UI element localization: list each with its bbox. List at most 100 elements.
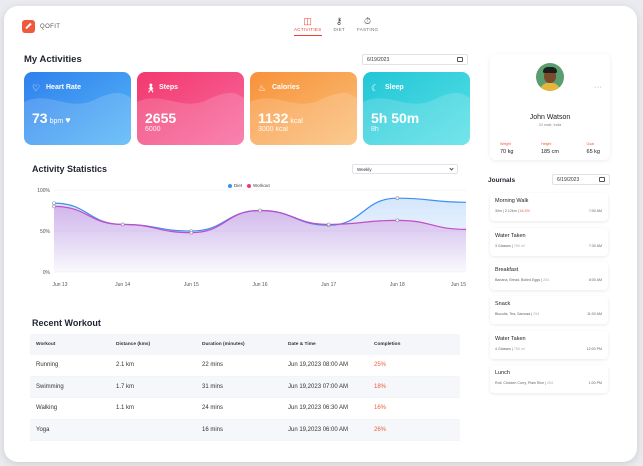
cell-datetime: Jun 19,2023 06:30 AM xyxy=(288,405,349,412)
table-row[interactable]: Running 2.1 km 22 mins Jun 19,2023 08:00… xyxy=(30,355,460,377)
profile-stats: Weight 70 kg Height 185 cm Goal 65 kg xyxy=(500,142,600,155)
steps-card[interactable]: 🚶︎ Steps 2655 6000 xyxy=(137,72,244,145)
table-header: Workout Distance (kms) Duration (minutes… xyxy=(30,334,460,355)
cell-completion: 16% xyxy=(374,405,387,412)
calendar-icon xyxy=(599,177,605,182)
journal-detail: Banana, Bread, Boiled Eggs | 254 xyxy=(495,278,549,282)
data-point[interactable] xyxy=(395,196,400,200)
journal-entry[interactable]: Breakfast Banana, Bread, Boiled Eggs | 2… xyxy=(490,262,608,290)
walking-icon: 🚶︎ xyxy=(145,83,157,93)
journals-date-picker[interactable]: 6/19/2023 xyxy=(552,174,610,185)
data-point[interactable] xyxy=(326,222,331,227)
cell-completion: 25% xyxy=(374,362,387,369)
card-label: Calories xyxy=(272,84,300,91)
detail-text: Banana, Bread, Boiled Eggs | xyxy=(495,278,544,282)
period-select[interactable]: Weekly xyxy=(352,164,458,174)
x-tick-label: Jun 16 xyxy=(252,282,267,288)
activity-chart: 100% 50% 0%Jun 13 Jun 14 Jun 15 Jun 16 Jun 17 J… xyxy=(37,188,466,288)
y-tick-label: 0% xyxy=(43,270,51,276)
nav-tab-label: DIET xyxy=(333,27,345,32)
card-label: Sleep xyxy=(385,84,404,91)
detail-text: Roti, Chicken Curry, Plain Rice | xyxy=(495,381,547,385)
activities-title: My Activities xyxy=(24,54,82,65)
stat-label: Goal xyxy=(586,142,595,146)
journal-name: Breakfast xyxy=(495,267,519,273)
fork-knife-icon: ⚷ xyxy=(335,16,343,26)
moon-icon: ☾ xyxy=(371,83,380,93)
stat-value: 70 kg xyxy=(500,149,514,155)
card-value: 1132 kcal xyxy=(258,110,303,126)
date-value: 6/19/2023 xyxy=(367,56,390,63)
nav-tab-diet[interactable]: ⚷ DIET xyxy=(334,16,345,36)
more-options-icon[interactable]: ··· xyxy=(594,84,603,91)
nav-tab-activities[interactable]: ◫ ACTIVITIES xyxy=(294,16,322,36)
card-unit: kcal xyxy=(290,118,303,125)
detail-muted: 254 xyxy=(533,312,540,316)
profile-name: John Watson xyxy=(529,114,571,121)
column-header: Completion xyxy=(374,342,401,347)
card-value: 5h 50m xyxy=(371,110,420,126)
journal-name: Lunch xyxy=(495,370,510,376)
card-value-number: 1132 xyxy=(258,110,289,126)
cell-distance: 1.7 km xyxy=(116,383,135,390)
data-point[interactable] xyxy=(120,222,125,227)
stats-title: Activity Statistics xyxy=(32,164,108,174)
card-goal: 6000 xyxy=(145,126,161,133)
table-row[interactable]: Swimming 1.7 km 31 mins Jun 19,2023 07:0… xyxy=(30,376,460,398)
profile-stat-goal: Goal 65 kg xyxy=(587,142,600,155)
heart-rate-card[interactable]: ♡ Heart Rate 73 bpm ♥ xyxy=(24,72,131,145)
avatar-body xyxy=(540,83,560,91)
x-tick-label: Jun 15 xyxy=(451,282,466,288)
journal-name: Snack xyxy=(495,301,511,307)
y-tick-label: 50% xyxy=(40,229,51,235)
main-nav: ◫ ACTIVITIES ⚷ DIET ⏱ FASTING xyxy=(294,16,378,36)
detail-muted: 750 ml xyxy=(513,244,525,248)
data-point[interactable] xyxy=(52,204,56,209)
cell-workout: Yoga xyxy=(36,426,50,433)
column-header: Distance (kms) xyxy=(116,342,151,347)
journal-entry[interactable]: Water Taken 4 Glasses | 750 ml 12:00 PM xyxy=(490,331,608,359)
nav-tab-fasting[interactable]: ⏱ FASTING xyxy=(357,16,378,36)
cell-duration: 16 mins xyxy=(202,426,224,433)
journal-detail: Biscuits, Tea, Samosa | 254 xyxy=(495,312,539,316)
cell-completion: 18% xyxy=(374,383,387,390)
journal-detail: Roti, Chicken Curry, Plain Rice | 254 xyxy=(495,381,553,385)
nav-tab-label: ACTIVITIES xyxy=(294,27,322,32)
journal-entry[interactable]: Morning Walk 30m | 2.12km | 44.4% 7:00 A… xyxy=(490,193,608,221)
card-value: 2655 xyxy=(145,110,177,126)
date-value: 6/19/2023 xyxy=(557,176,580,183)
dumbbell-icon: ◫ xyxy=(303,16,313,26)
calories-card[interactable]: ♨ Calories 1132 kcal 3000 kcal xyxy=(250,72,357,145)
data-point[interactable] xyxy=(52,201,56,205)
journal-entry[interactable]: Snack Biscuits, Tea, Samosa | 254 11:00 … xyxy=(490,296,608,324)
cell-duration: 22 mins xyxy=(202,362,224,369)
journal-detail: 3 Glasses | 750 ml xyxy=(495,244,525,248)
sleep-card[interactable]: ☾ Sleep 5h 50m 8h xyxy=(363,72,470,145)
journal-detail: 4 Glasses | 750 ml xyxy=(495,347,525,351)
card-unit: bpm xyxy=(49,118,64,125)
stat-value: 185 cm xyxy=(540,149,560,155)
table-row[interactable]: Walking 1.1 km 24 mins Jun 19,2023 06:30… xyxy=(30,398,460,420)
journal-time: 7:30 AM xyxy=(588,244,602,248)
journal-name: Morning Walk xyxy=(495,198,529,204)
chevron-down-icon xyxy=(449,165,454,171)
stat-label: Height xyxy=(540,142,552,146)
cell-distance: 1.1 km xyxy=(116,405,135,412)
table-row[interactable]: Yoga 16 mins Jun 19,2023 06:00 AM 26% xyxy=(30,419,460,441)
logo-mark-icon xyxy=(22,20,35,33)
activities-date-picker[interactable]: 6/19/2023 xyxy=(362,54,468,65)
journal-entry[interactable]: Water Taken 3 Glasses | 750 ml 7:30 AM xyxy=(490,228,608,256)
stopwatch-icon: ⏱ xyxy=(363,16,372,26)
detail-muted: 750 ml xyxy=(513,347,525,351)
brand-logo[interactable]: QOFIT xyxy=(22,20,60,33)
flame-icon: ♨ xyxy=(258,83,267,93)
detail-highlight: 44.4% xyxy=(519,209,530,213)
data-point[interactable] xyxy=(258,208,262,213)
column-header: Workout xyxy=(36,342,56,347)
avatar[interactable] xyxy=(536,63,564,91)
data-point[interactable] xyxy=(189,230,194,235)
data-point[interactable] xyxy=(395,218,400,223)
detail-text: 4 Glasses | xyxy=(495,347,514,351)
journal-entry[interactable]: Lunch Roti, Chicken Curry, Plain Rice | … xyxy=(490,365,608,393)
detail-muted: 254 xyxy=(543,278,550,282)
